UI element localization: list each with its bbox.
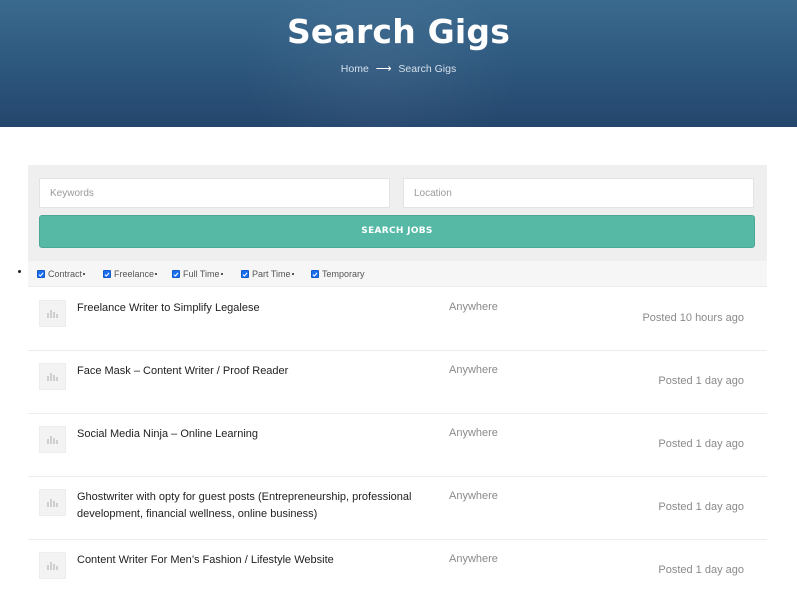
company-logo-placeholder-icon [39, 300, 66, 327]
job-title[interactable]: Content Writer For Men’s Fashion / Lifes… [77, 552, 417, 569]
job-location: Anywhere [449, 553, 498, 565]
location-input[interactable] [403, 178, 754, 208]
filter-contract[interactable]: Contract [37, 267, 86, 281]
job-location: Anywhere [449, 301, 498, 313]
filter-label: Part Time [252, 269, 291, 279]
checkbox-checked-icon[interactable] [241, 270, 249, 278]
filter-part-time[interactable]: Part Time [241, 267, 294, 281]
job-posted-date: Posted 1 day ago [658, 375, 744, 387]
job-listing[interactable]: Face Mask – Content Writer / Proof Reade… [28, 351, 767, 414]
breadcrumb-home-link[interactable]: Home [341, 63, 369, 75]
company-logo-placeholder-icon [39, 363, 66, 390]
checkbox-checked-icon[interactable] [172, 270, 180, 278]
filter-dot [291, 273, 294, 275]
job-posted-date: Posted 1 day ago [658, 501, 744, 513]
company-logo-placeholder-icon [39, 426, 66, 453]
filter-freelance[interactable]: Freelance [103, 267, 158, 281]
breadcrumb-current: Search Gigs [398, 63, 457, 75]
company-logo-placeholder-icon [39, 552, 66, 579]
filter-dot [220, 273, 223, 275]
job-type-filters: Contract Freelance Full Time Part Time T… [28, 261, 767, 287]
job-title[interactable]: Face Mask – Content Writer / Proof Reade… [77, 363, 417, 380]
checkbox-checked-icon[interactable] [311, 270, 319, 278]
job-location: Anywhere [449, 490, 498, 502]
filter-label: Temporary [322, 269, 365, 279]
company-logo-placeholder-icon [39, 489, 66, 516]
filter-label: Full Time [183, 269, 220, 279]
job-posted-date: Posted 1 day ago [658, 564, 744, 576]
page-title: Search Gigs [286, 12, 511, 51]
job-posted-date: Posted 10 hours ago [642, 312, 744, 324]
job-posted-date: Posted 1 day ago [658, 438, 744, 450]
keywords-input[interactable] [39, 178, 390, 208]
job-title[interactable]: Freelance Writer to Simplify Legalese [77, 300, 417, 317]
job-listing[interactable]: Freelance Writer to Simplify Legalese An… [28, 288, 767, 351]
job-listing[interactable]: Social Media Ninja – Online Learning Any… [28, 414, 767, 477]
filter-dot [83, 273, 86, 275]
search-jobs-button[interactable]: SEARCH JOBS [39, 215, 755, 248]
job-title[interactable]: Social Media Ninja – Online Learning [77, 426, 417, 443]
checkbox-checked-icon[interactable] [103, 270, 111, 278]
job-search-form: SEARCH JOBS [28, 165, 767, 261]
filter-label: Freelance [114, 269, 155, 279]
checkbox-checked-icon[interactable] [37, 270, 45, 278]
filter-temporary[interactable]: Temporary [311, 267, 365, 281]
filter-full-time[interactable]: Full Time [172, 267, 223, 281]
job-title[interactable]: Ghostwriter with opty for guest posts (E… [77, 489, 417, 523]
job-listing[interactable]: Content Writer For Men’s Fashion / Lifes… [28, 540, 767, 592]
filter-dot [155, 273, 158, 275]
job-location: Anywhere [449, 427, 498, 439]
breadcrumb: Home ⟶ Search Gigs [0, 62, 797, 75]
job-listing[interactable]: Ghostwriter with opty for guest posts (E… [28, 477, 767, 540]
list-bullet [18, 270, 21, 273]
page-header: Search Gigs Home ⟶ Search Gigs [0, 0, 797, 127]
filter-label: Contract [48, 269, 83, 279]
arrow-right-icon: ⟶ [375, 63, 392, 75]
job-location: Anywhere [449, 364, 498, 376]
